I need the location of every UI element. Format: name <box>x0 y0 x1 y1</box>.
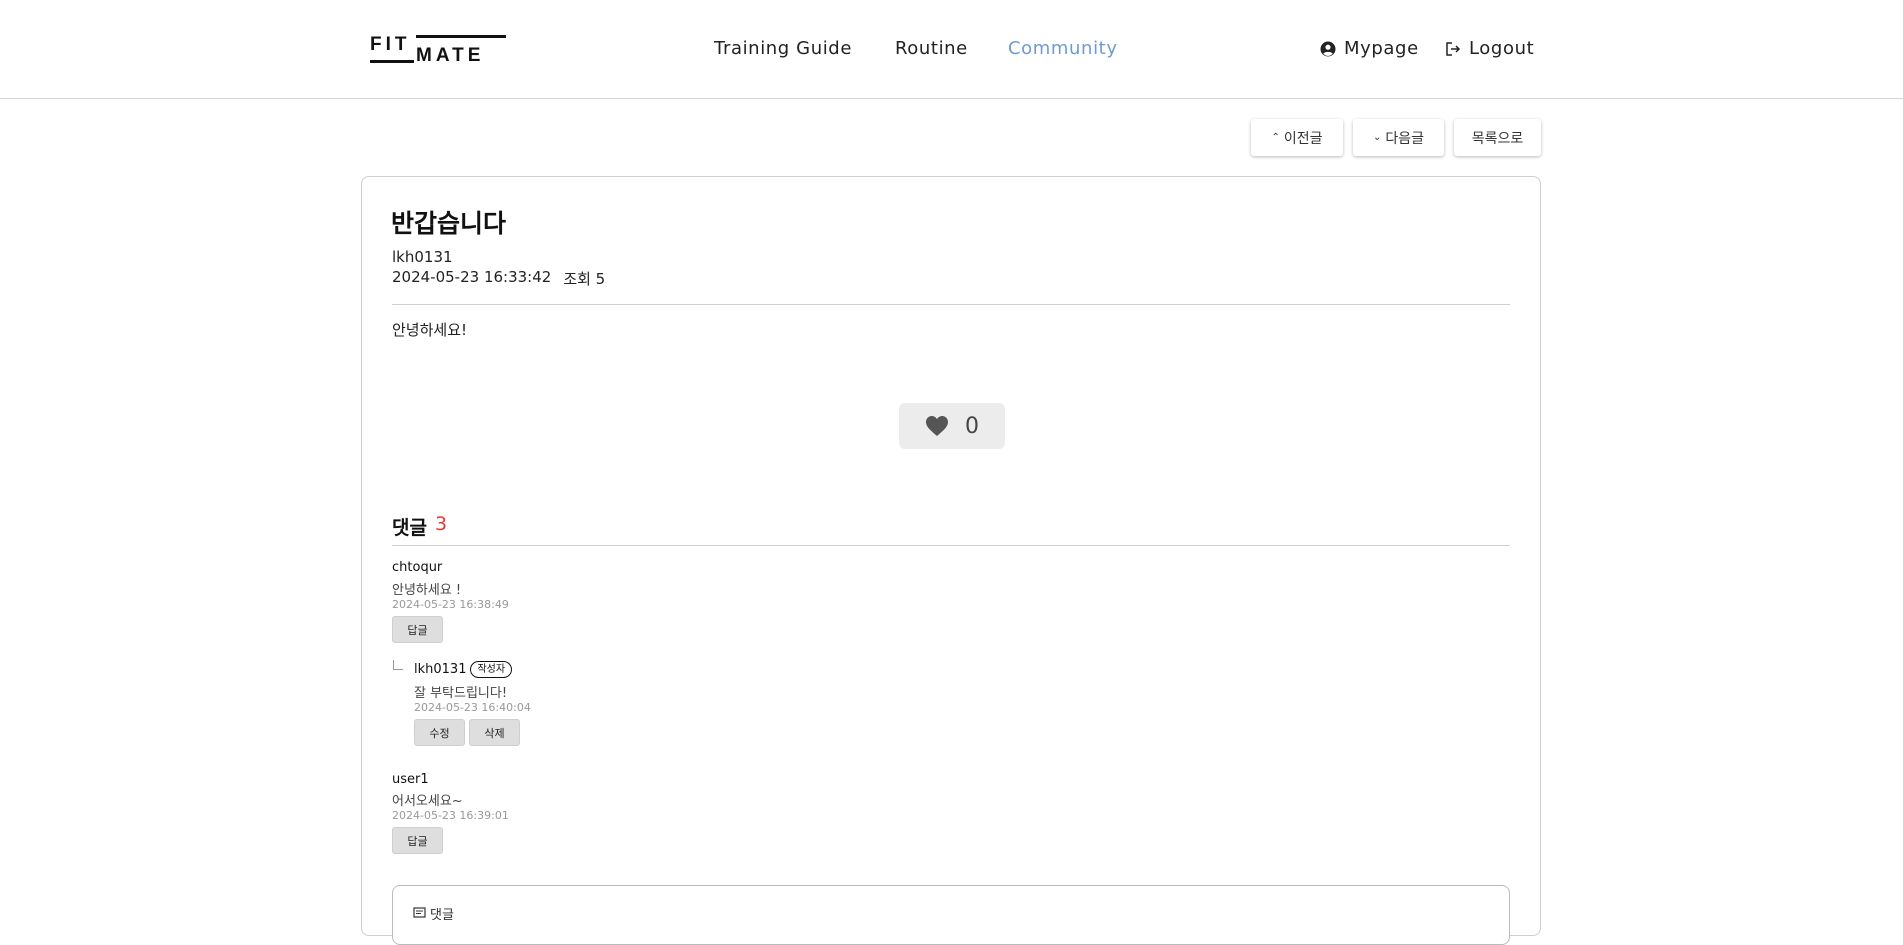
like-count: 0 <box>965 413 979 439</box>
prev-post-label: 이전글 <box>1283 130 1323 147</box>
comment-user: lkh0131 <box>414 662 467 677</box>
chevron-up-icon: ⌃ <box>1271 132 1280 143</box>
comment-date: 2024-05-23 16:39:01 <box>392 809 509 822</box>
post-datetime: 2024-05-23 16:33:42 <box>392 268 552 286</box>
edit-button[interactable]: 수정 <box>414 719 465 746</box>
like-button[interactable]: 0 <box>899 403 1005 449</box>
comment-text: 안녕하세요 ! <box>392 583 462 598</box>
comments-heading-label: 댓글 <box>392 517 427 539</box>
logout-icon <box>1446 41 1461 56</box>
delete-button[interactable]: 삭제 <box>469 719 520 746</box>
back-to-list-button[interactable]: 목록으로 <box>1454 119 1541 156</box>
reply-header: lkh0131 작성자 <box>414 661 513 678</box>
nav-community[interactable]: Community <box>1008 38 1118 59</box>
next-post-label: 다음글 <box>1385 130 1425 147</box>
comments-divider <box>392 545 1510 546</box>
logout-label: Logout <box>1469 38 1535 59</box>
post-divider <box>392 304 1510 305</box>
reply-button[interactable]: 답글 <box>392 827 443 854</box>
nav-routine[interactable]: Routine <box>895 38 968 59</box>
comment-date: 2024-05-23 16:38:49 <box>392 598 509 611</box>
comment-user: chtoqur <box>392 560 443 575</box>
post-author: lkh0131 <box>392 248 453 266</box>
svg-text:FIT: FIT <box>370 34 411 55</box>
mypage-label: Mypage <box>1344 38 1419 59</box>
post-views: 조회 5 <box>563 270 606 288</box>
fitmate-logo[interactable]: FIT MATE <box>370 33 506 65</box>
comment-text: 잘 부탁드립니다! <box>414 686 508 701</box>
comment-write-header: 댓글 <box>413 904 454 923</box>
logout-link[interactable]: Logout <box>1445 38 1534 59</box>
comment-user: user1 <box>392 772 429 787</box>
comment-text: 어서오세요~ <box>392 794 463 809</box>
post-body: 안녕하세요! <box>392 321 468 339</box>
site-header: FIT MATE Training Guide Routine Communit… <box>0 0 1903 99</box>
reply-button[interactable]: 답글 <box>392 616 443 643</box>
chevron-down-icon: ⌄ <box>1372 132 1382 143</box>
svg-text:MATE: MATE <box>416 45 484 65</box>
comments-heading: 댓글 3 <box>392 513 447 540</box>
comments-count: 3 <box>434 513 448 535</box>
author-badge: 작성자 <box>470 661 513 678</box>
prev-post-button[interactable]: ⌃ 이전글 <box>1251 119 1343 156</box>
reply-indent-icon <box>393 660 403 670</box>
post-meta: 2024-05-23 16:33:42 조회 5 <box>392 268 605 289</box>
next-post-button[interactable]: ⌄ 다음글 <box>1353 119 1444 156</box>
user-circle-icon <box>1320 41 1336 56</box>
comment-write-label: 댓글 <box>430 908 454 923</box>
post-card <box>361 176 1541 936</box>
heart-icon <box>926 416 948 436</box>
comment-date: 2024-05-23 16:40:04 <box>414 701 531 714</box>
nav-training-guide[interactable]: Training Guide <box>714 38 852 59</box>
back-to-list-label: 목록으로 <box>1471 130 1524 147</box>
comment-write-box[interactable] <box>392 885 1510 945</box>
post-title: 반갑습니다 <box>391 209 507 238</box>
mypage-link[interactable]: Mypage <box>1320 38 1419 59</box>
comment-icon <box>413 907 426 918</box>
